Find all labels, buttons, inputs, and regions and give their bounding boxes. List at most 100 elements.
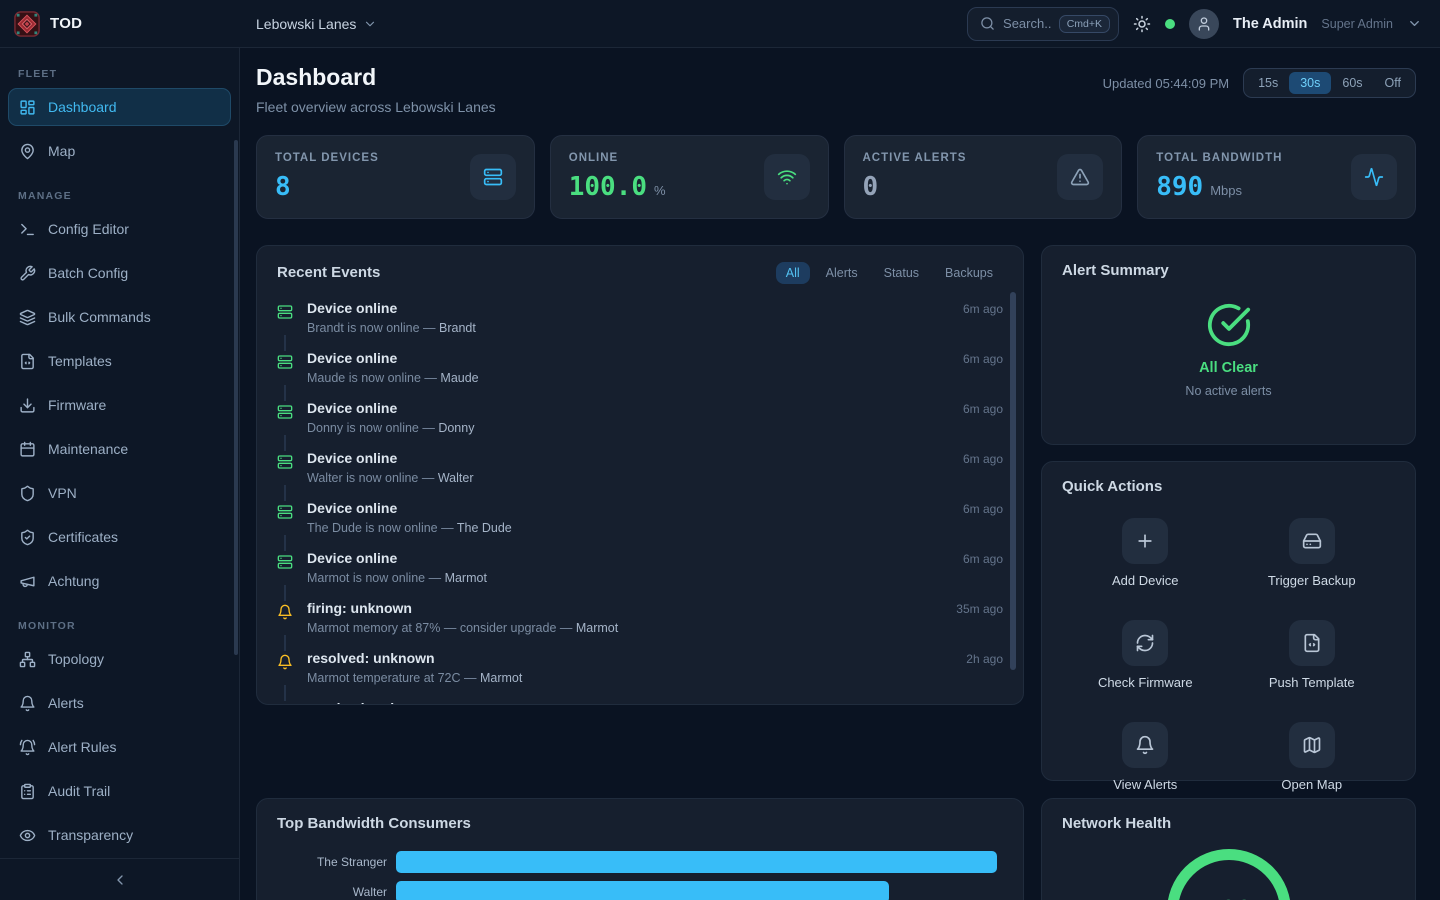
brand: TOD xyxy=(0,11,240,37)
map-pin-icon xyxy=(19,143,36,160)
sidebar-scrollbar[interactable] xyxy=(234,140,238,655)
sun-icon xyxy=(1133,15,1151,33)
event-row[interactable]: Device online6m ago Maude is now online —… xyxy=(277,350,1003,385)
event-detail: Donny is now online — Donny xyxy=(307,421,1003,435)
event-row[interactable]: Device online6m agoMarmot is now online … xyxy=(277,550,1003,585)
sidebar-collapse-button[interactable] xyxy=(0,858,239,900)
sidebar-item-audit-trail[interactable]: Audit Trail xyxy=(8,772,231,810)
quick-action-add-device[interactable]: Add Device xyxy=(1062,518,1229,588)
download-icon xyxy=(19,397,36,414)
wifi-icon xyxy=(777,167,797,187)
event-server-icon-wrap xyxy=(277,501,293,535)
event-row[interactable]: firing: unknown35m agoMarmot memory at 8… xyxy=(277,600,1003,635)
event-title: Device online xyxy=(307,300,397,316)
sidebar-section-label: MONITOR xyxy=(8,606,231,640)
sidebar-item-label: Firmware xyxy=(48,397,106,413)
interval-button-off[interactable]: Off xyxy=(1374,72,1412,94)
event-time: 6m ago xyxy=(963,502,1003,516)
sidebar-item-label: VPN xyxy=(48,485,77,501)
avatar[interactable] xyxy=(1189,9,1219,39)
quick-action-view-alerts[interactable]: View Alerts xyxy=(1062,722,1229,792)
chevron-down-icon xyxy=(363,17,377,31)
event-row[interactable]: resolved: unknown2h agoMarmot temperatur… xyxy=(277,650,1003,685)
user-name: The Admin xyxy=(1233,16,1307,32)
network-health-gauge: 100 xyxy=(1167,849,1291,900)
sidebar-item-alert-rules[interactable]: Alert Rules xyxy=(8,728,231,766)
sidebar-item-templates[interactable]: Templates xyxy=(8,342,231,380)
shield-icon xyxy=(19,485,36,502)
interval-button-60s[interactable]: 60s xyxy=(1331,72,1373,94)
main-content: Dashboard Fleet overview across Lebowski… xyxy=(240,48,1440,900)
quick-action-push-template[interactable]: Push Template xyxy=(1229,620,1396,690)
sidebar-item-achtung[interactable]: Achtung xyxy=(8,562,231,600)
event-detail: Brandt is now online — Brandt xyxy=(307,321,1003,335)
file-code-icon xyxy=(19,353,36,370)
event-filter-all[interactable]: All xyxy=(776,262,810,284)
file-code-icon xyxy=(1302,633,1322,653)
event-row[interactable]: resolved: unknown4h ago xyxy=(277,700,1003,705)
quick-actions-grid: Add Device Trigger Backup Check FirmwarePu… xyxy=(1062,518,1395,792)
user-menu-chevron-icon[interactable] xyxy=(1407,16,1422,31)
quick-action-open-map[interactable]: Open Map xyxy=(1229,722,1396,792)
sidebar-item-vpn[interactable]: VPN xyxy=(8,474,231,512)
event-filter-alerts[interactable]: Alerts xyxy=(816,262,868,284)
network-health-panel: Network Health 100 xyxy=(1041,798,1416,900)
event-filter-backups[interactable]: Backups xyxy=(935,262,1003,284)
stat-card-total-devices: TOTAL DEVICES8 xyxy=(256,135,535,219)
search-icon xyxy=(980,16,995,31)
stat-unit: % xyxy=(654,183,666,198)
stat-label: ONLINE xyxy=(569,152,666,164)
quick-action-label: Trigger Backup xyxy=(1268,573,1356,588)
sidebar-item-batch-config[interactable]: Batch Config xyxy=(8,254,231,292)
sidebar-item-topology[interactable]: Topology xyxy=(8,640,231,678)
event-filters: All Alerts Status Backups xyxy=(776,262,1003,284)
event-detail: Maude is now online — Maude xyxy=(307,371,1003,385)
event-detail: Marmot memory at 87% — consider upgrade … xyxy=(307,621,1003,635)
clipboard-list-icon xyxy=(19,783,36,800)
sidebar-item-maintenance[interactable]: Maintenance xyxy=(8,430,231,468)
event-server-icon-wrap xyxy=(277,301,293,335)
refresh-cw-icon xyxy=(1135,633,1155,653)
quick-action-trigger-backup[interactable]: Trigger Backup xyxy=(1229,518,1396,588)
event-header-row: Device online6m ago xyxy=(307,350,1003,366)
bandwidth-chart: The StrangerWalter xyxy=(277,851,1003,900)
server-icon xyxy=(483,167,503,187)
theme-toggle-button[interactable] xyxy=(1133,15,1151,33)
event-row[interactable]: Device online6m agoBrandt is now online … xyxy=(277,300,1003,335)
event-filter-status[interactable]: Status xyxy=(874,262,929,284)
search-box[interactable]: Cmd+K xyxy=(967,7,1119,41)
user-icon xyxy=(1196,16,1212,32)
sidebar-item-config-editor[interactable]: Config Editor xyxy=(8,210,231,248)
sidebar-item-bulk-commands[interactable]: Bulk Commands xyxy=(8,298,231,336)
event-title: Device online xyxy=(307,450,397,466)
quick-action-label: Open Map xyxy=(1281,777,1342,792)
event-row[interactable]: Device online6m agoWalter is now online … xyxy=(277,450,1003,485)
sidebar-item-label: Map xyxy=(48,143,75,159)
chevron-down-icon xyxy=(1407,16,1422,31)
stat-value: 890 xyxy=(1156,172,1203,202)
page-title: Dashboard xyxy=(256,64,496,92)
bell-ring-icon xyxy=(19,739,36,756)
interval-button-30s[interactable]: 30s xyxy=(1289,72,1331,94)
events-scrollbar[interactable] xyxy=(1010,292,1016,670)
stat-value: 8 xyxy=(275,172,291,202)
sidebar-item-certificates[interactable]: Certificates xyxy=(8,518,231,556)
stat-label: ACTIVE ALERTS xyxy=(863,152,967,164)
event-device-name: Walter xyxy=(438,471,474,485)
event-row[interactable]: Device online6m agoDonny is now online —… xyxy=(277,400,1003,435)
sidebar-item-map[interactable]: Map xyxy=(8,132,231,170)
event-title: resolved: unknown xyxy=(307,700,435,705)
search-input[interactable] xyxy=(1003,16,1051,31)
sidebar-item-dashboard[interactable]: Dashboard xyxy=(8,88,231,126)
page-subtitle: Fleet overview across Lebowski Lanes xyxy=(256,99,496,115)
sidebar-item-transparency[interactable]: Transparency xyxy=(8,816,231,854)
sidebar-item-alerts[interactable]: Alerts xyxy=(8,684,231,722)
network-health-title: Network Health xyxy=(1062,815,1171,832)
org-switcher[interactable]: Lebowski Lanes xyxy=(256,16,377,32)
sidebar-item-firmware[interactable]: Firmware xyxy=(8,386,231,424)
quick-action-icon-chip xyxy=(1289,518,1335,564)
event-row[interactable]: Device online6m agoThe Dude is now onlin… xyxy=(277,500,1003,535)
quick-action-check-firmware[interactable]: Check Firmware xyxy=(1062,620,1229,690)
interval-button-15s[interactable]: 15s xyxy=(1247,72,1289,94)
sidebar-item-label: Maintenance xyxy=(48,441,128,457)
